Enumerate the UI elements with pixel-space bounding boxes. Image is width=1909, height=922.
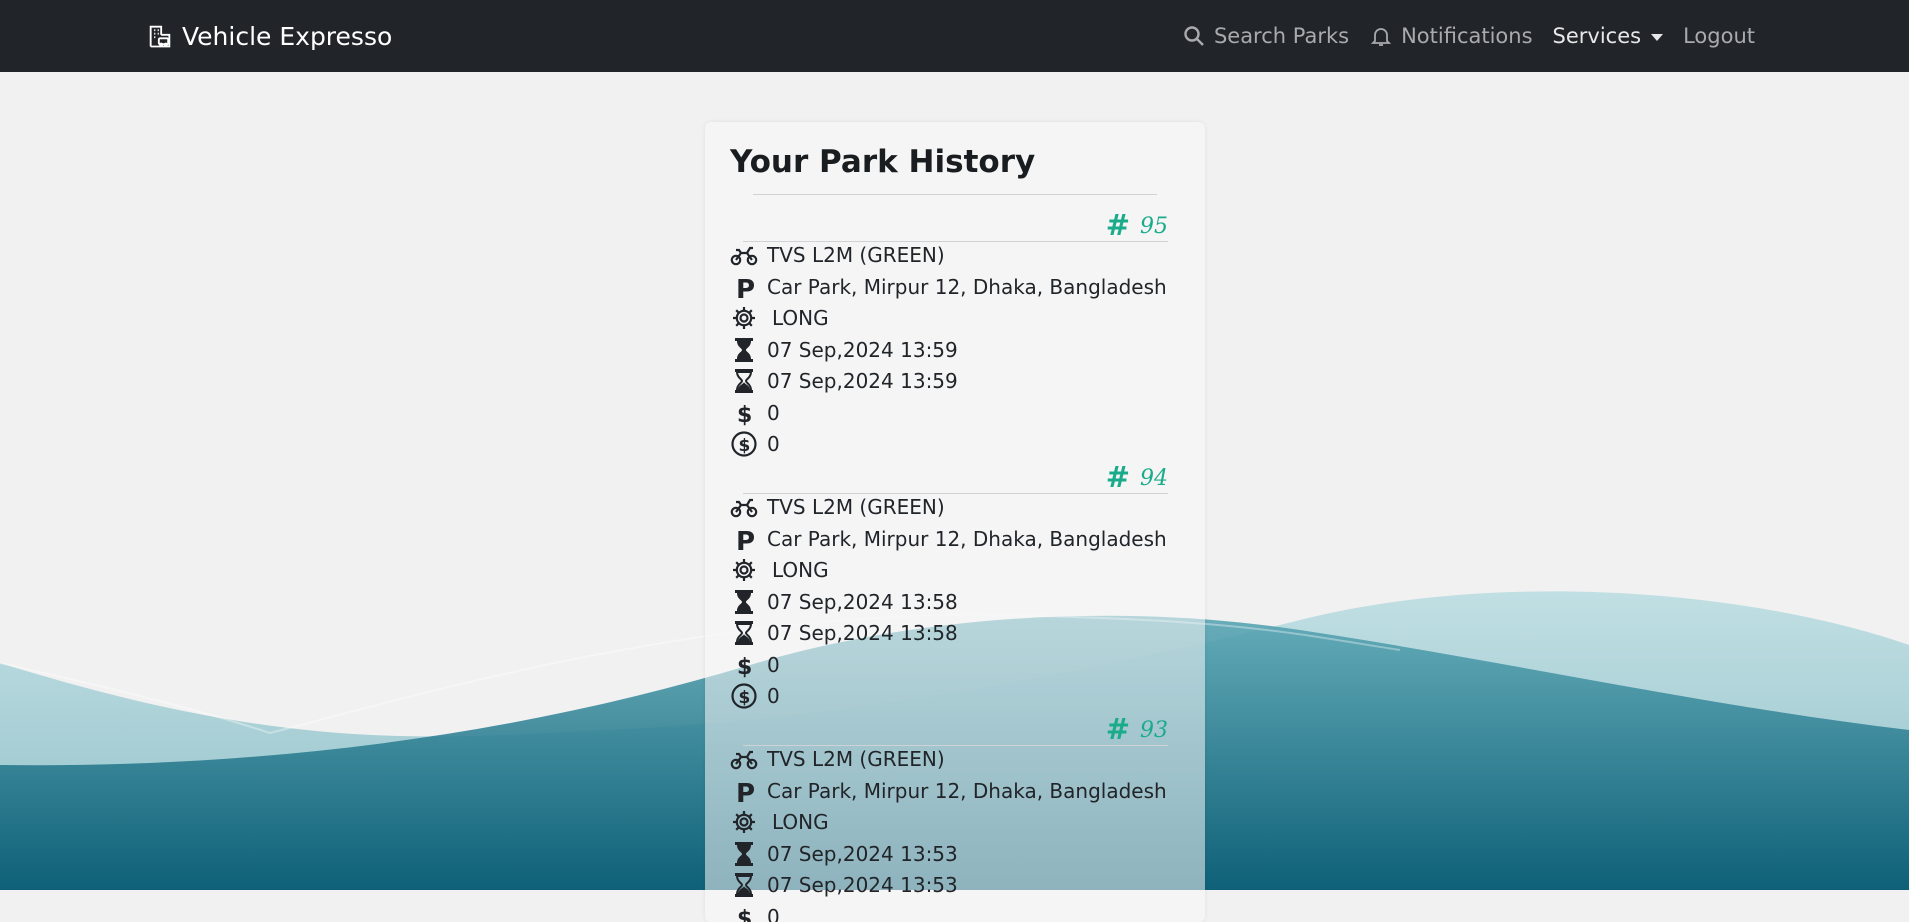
row-park: P Car Park, Mirpur 12, Dhaka, Bangladesh [730,272,1167,302]
row-end-time: 07 Sep,2024 13:59 [730,366,958,396]
page-title: Your Park History [730,144,1035,180]
row-park: P Car Park, Mirpur 12, Dhaka, Bangladesh [730,524,1167,554]
row-end-time-value: 07 Sep,2024 13:59 [767,369,958,393]
nav-notifications[interactable]: Notifications [1369,24,1532,48]
row-vehicle-value: TVS L2M (GREEN) [767,495,945,519]
chevron-down-icon [1651,34,1663,41]
hash-icon: # [1106,463,1130,491]
row-cost-value: 0 [767,401,780,425]
dollar-icon: $ [730,651,758,679]
nav-search-parks-label: Search Parks [1214,24,1349,48]
hourglass-end-icon [730,871,758,899]
hourglass-start-icon [730,840,758,868]
entry-id: #95 [1106,207,1168,239]
gear-icon [730,304,758,332]
row-park-type-value: LONG [767,810,829,834]
nav-logout-label: Logout [1683,24,1755,48]
motorcycle-icon [730,241,758,269]
row-start-time: 07 Sep,2024 13:59 [730,335,958,365]
row-paid: $0 [730,681,780,711]
row-park-type-value: LONG [767,306,829,330]
svg-text:P: P [736,275,755,301]
row-vehicle: TVS L2M (GREEN) [730,744,945,774]
coin-dollar-icon: $ [730,682,758,710]
history-entry: #94 TVS L2M (GREEN) P Car Park, Mirpur 12, … [705,459,1205,709]
entry-number: 94 [1140,467,1168,491]
navbar: Vehicle Expresso Search Parks Notificati… [0,0,1909,72]
nav-links: Search Parks Notifications Services Logo… [1182,0,1755,72]
gear-icon [730,808,758,836]
parking-icon: P [730,777,758,805]
row-park-value: Car Park, Mirpur 12, Dhaka, Bangladesh [767,275,1167,299]
row-park-type: LONG [730,555,829,585]
row-park-type-value: LONG [767,558,829,582]
row-start-time: 07 Sep,2024 13:53 [730,839,958,869]
history-entry: #93 TVS L2M (GREEN) P Car Park, Mirpur 12, … [705,711,1205,922]
svg-text:$: $ [739,436,751,456]
row-park-type: LONG [730,807,829,837]
svg-text:P: P [736,527,755,553]
park-history-card: Your Park History #95 TVS L2M (GREEN) P Car… [705,122,1205,922]
motorcycle-icon [730,745,758,773]
row-vehicle: TVS L2M (GREEN) [730,492,945,522]
brand-link[interactable]: Vehicle Expresso [146,0,392,72]
row-cost-value: 0 [767,905,780,922]
row-start-time-value: 07 Sep,2024 13:59 [767,338,958,362]
nav-logout[interactable]: Logout [1683,24,1755,48]
hourglass-start-icon [730,336,758,364]
entry-id: #94 [1106,459,1168,491]
svg-text:$: $ [739,688,751,708]
nav-search-parks[interactable]: Search Parks [1182,24,1349,48]
row-end-time-value: 07 Sep,2024 13:53 [767,873,958,897]
row-cost: $0 [730,650,780,680]
row-cost-value: 0 [767,653,780,677]
nav-services-dropdown[interactable]: Services [1553,24,1664,48]
motorcycle-icon [730,493,758,521]
row-end-time: 07 Sep,2024 13:58 [730,618,958,648]
row-paid-value: 0 [767,684,780,708]
row-park-type: LONG [730,303,829,333]
row-park-value: Car Park, Mirpur 12, Dhaka, Bangladesh [767,779,1167,803]
row-cost: $0 [730,398,780,428]
title-divider [753,194,1157,195]
row-end-time-value: 07 Sep,2024 13:58 [767,621,958,645]
row-paid: $0 [730,429,780,459]
row-park-value: Car Park, Mirpur 12, Dhaka, Bangladesh [767,527,1167,551]
row-paid-value: 0 [767,432,780,456]
bell-icon [1369,24,1393,48]
history-entry: #95 TVS L2M (GREEN) P Car Park, Mirpur 12, … [705,207,1205,457]
svg-text:P: P [736,779,755,805]
dollar-icon: $ [730,399,758,427]
row-park: P Car Park, Mirpur 12, Dhaka, Bangladesh [730,776,1167,806]
parking-icon: P [730,273,758,301]
hourglass-end-icon [730,367,758,395]
parking-icon: P [730,525,758,553]
row-start-time-value: 07 Sep,2024 13:53 [767,842,958,866]
svg-text:$: $ [737,655,752,679]
gear-icon [730,556,758,584]
nav-notifications-label: Notifications [1401,24,1532,48]
row-end-time: 07 Sep,2024 13:53 [730,870,958,900]
hourglass-end-icon [730,619,758,647]
row-start-time-value: 07 Sep,2024 13:58 [767,590,958,614]
row-vehicle: TVS L2M (GREEN) [730,240,945,270]
nav-services-label: Services [1553,24,1642,48]
brand-name: Vehicle Expresso [182,22,392,51]
svg-text:$: $ [737,403,752,427]
entry-number: 95 [1140,215,1168,239]
hash-icon: # [1106,211,1130,239]
search-icon [1182,24,1206,48]
row-vehicle-value: TVS L2M (GREEN) [767,747,945,771]
hourglass-start-icon [730,588,758,616]
coin-dollar-icon: $ [730,430,758,458]
row-start-time: 07 Sep,2024 13:58 [730,587,958,617]
entry-number: 93 [1140,719,1168,743]
svg-text:$: $ [737,907,752,922]
hash-icon: # [1106,715,1130,743]
row-vehicle-value: TVS L2M (GREEN) [767,243,945,267]
dollar-icon: $ [730,903,758,922]
entry-id: #93 [1106,711,1168,743]
building-icon [146,22,174,50]
row-cost: $0 [730,902,780,922]
